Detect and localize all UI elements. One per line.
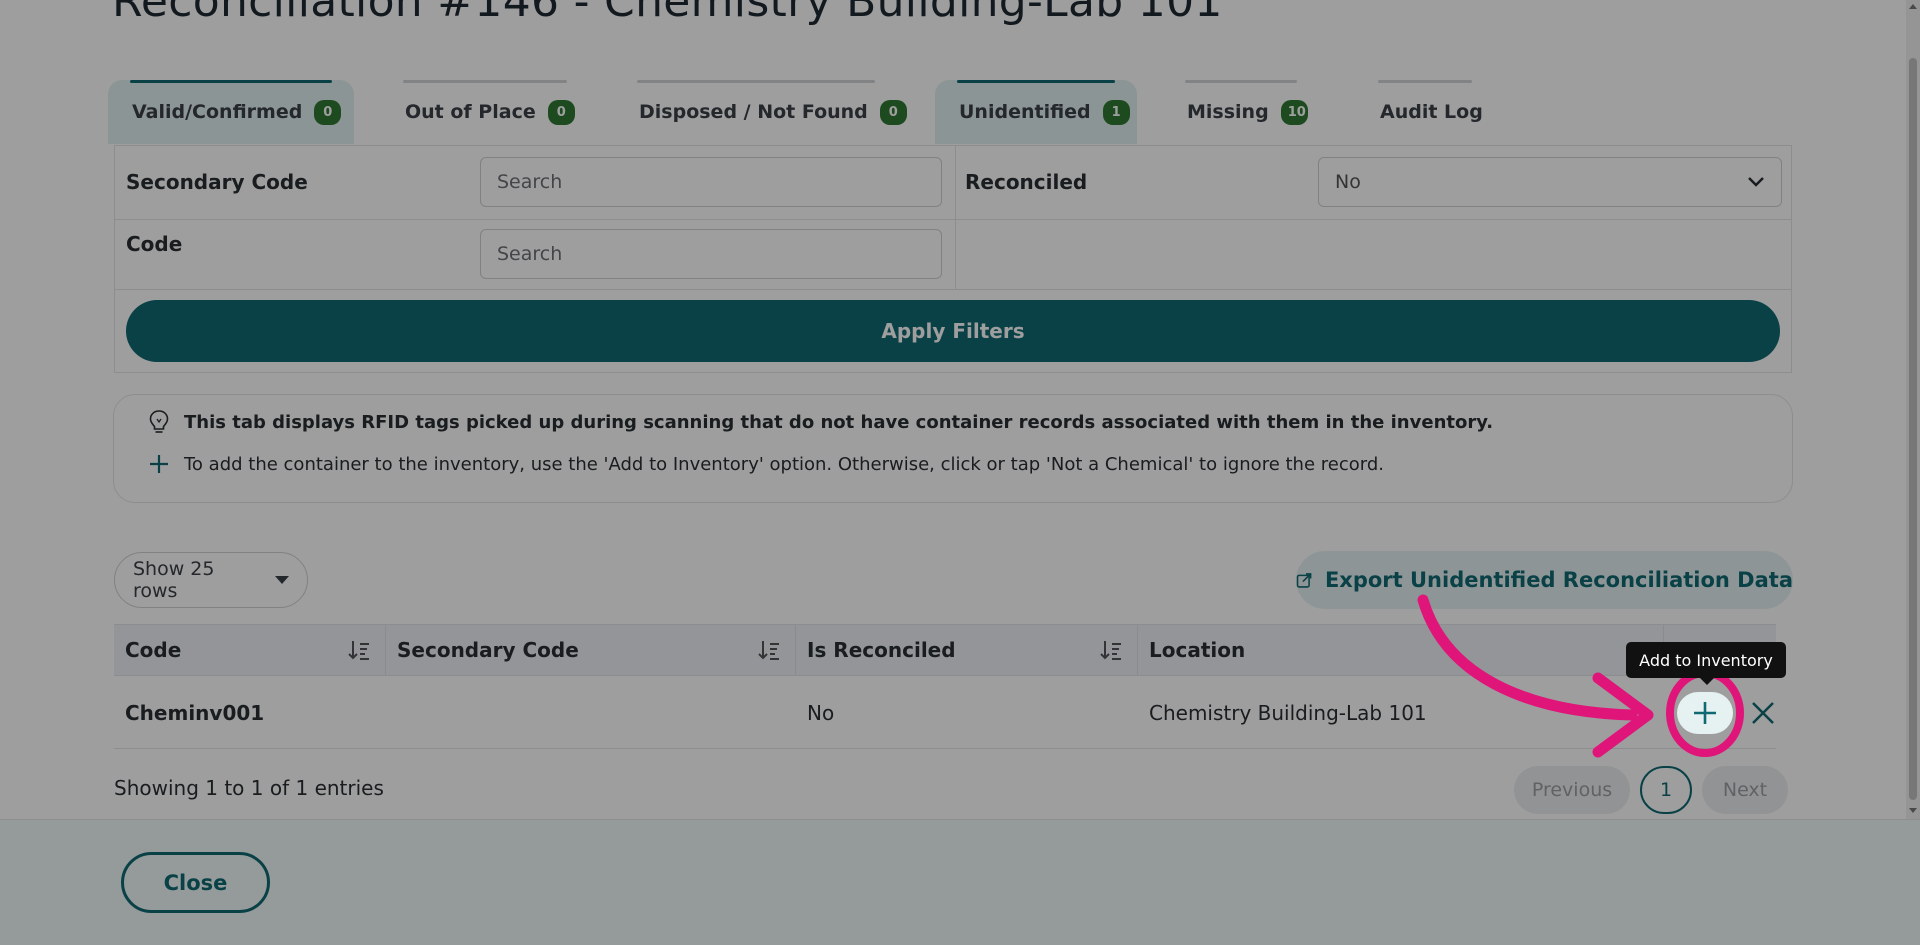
count-badge: 0 bbox=[547, 99, 575, 125]
placeholder: Search bbox=[497, 243, 563, 265]
column-header-location[interactable]: Location bbox=[1138, 625, 1664, 675]
count-badge: 1 bbox=[1102, 99, 1130, 125]
count-badge: 0 bbox=[879, 99, 907, 125]
secondary-code-label: Secondary Code bbox=[126, 170, 308, 194]
reconciled-value: No bbox=[1335, 171, 1361, 193]
scroll-up-arrow-icon[interactable] bbox=[1909, 4, 1917, 9]
tab-label: Unidentified bbox=[959, 101, 1091, 123]
tooltip: Add to Inventory bbox=[1626, 642, 1786, 685]
tab-indicator bbox=[957, 80, 1115, 83]
tab-missing[interactable]: Missing 10 bbox=[1163, 80, 1319, 144]
tab-indicator bbox=[637, 80, 875, 83]
export-label: Export Unidentified Reconciliation Data bbox=[1324, 568, 1793, 592]
rows-per-page-select[interactable]: Show 25 rows bbox=[114, 552, 308, 608]
lightbulb-icon bbox=[148, 409, 170, 435]
tab-indicator bbox=[1185, 80, 1297, 83]
previous-page-button[interactable]: Previous bbox=[1514, 766, 1630, 814]
info-line: To add the container to the inventory, u… bbox=[148, 451, 1384, 477]
sort-icon bbox=[348, 641, 369, 660]
table-header: Code Secondary Code Is Reconciled Locati… bbox=[114, 624, 1776, 676]
column-header-secondary-code[interactable]: Secondary Code bbox=[386, 625, 796, 675]
tab-out-of-place[interactable]: Out of Place 0 bbox=[381, 80, 589, 144]
column-header-code[interactable]: Code bbox=[114, 625, 386, 675]
reconciled-select[interactable]: No bbox=[1318, 157, 1782, 207]
code-label: Code bbox=[126, 232, 183, 256]
tab-valid-confirmed[interactable]: Valid/Confirmed 0 bbox=[108, 80, 354, 144]
plus-icon bbox=[1694, 702, 1716, 724]
close-icon bbox=[1752, 702, 1774, 724]
info-text: To add the container to the inventory, u… bbox=[184, 453, 1384, 475]
tab-label: Valid/Confirmed bbox=[132, 101, 303, 123]
cell-code: Cheminv001 bbox=[125, 701, 265, 725]
tab-label: Missing bbox=[1187, 101, 1269, 123]
apply-filters-button[interactable]: Apply Filters bbox=[126, 300, 1780, 362]
code-input[interactable]: Search bbox=[480, 229, 942, 279]
page-title: Reconciliation #146 - Chemistry Building… bbox=[112, 0, 1223, 27]
column-label: Location bbox=[1149, 638, 1246, 662]
column-label: Code bbox=[125, 638, 182, 662]
close-button[interactable]: Close bbox=[121, 852, 270, 913]
rows-per-page-label: Show 25 rows bbox=[133, 558, 215, 602]
tab-label: Out of Place bbox=[405, 101, 536, 123]
not-a-chemical-button[interactable] bbox=[1743, 693, 1783, 733]
placeholder: Search bbox=[497, 171, 563, 193]
reconciliation-modal: Reconciliation #146 - Chemistry Building… bbox=[0, 0, 1906, 819]
reconciled-label: Reconciled bbox=[965, 170, 1088, 194]
tab-indicator bbox=[130, 80, 332, 83]
filters-divider bbox=[115, 289, 1791, 290]
secondary-code-input[interactable]: Search bbox=[480, 157, 942, 207]
scroll-down-arrow-icon[interactable] bbox=[1909, 808, 1917, 813]
tab-label: Audit Log bbox=[1380, 101, 1483, 123]
sort-icon bbox=[758, 641, 779, 660]
tab-indicator bbox=[403, 80, 567, 83]
cell-secondary-code bbox=[386, 677, 796, 749]
export-icon bbox=[1296, 573, 1312, 588]
column-label: Secondary Code bbox=[397, 638, 579, 662]
add-to-inventory-button[interactable] bbox=[1677, 692, 1733, 734]
info-box: This tab displays RFID tags picked up du… bbox=[113, 394, 1793, 503]
sort-icon bbox=[1100, 641, 1121, 660]
info-line: This tab displays RFID tags picked up du… bbox=[148, 409, 1493, 435]
chevron-down-icon bbox=[1748, 177, 1764, 187]
count-badge: 0 bbox=[314, 99, 342, 125]
column-label: Is Reconciled bbox=[807, 638, 956, 662]
filters-divider bbox=[955, 146, 956, 289]
pagination-summary: Showing 1 to 1 of 1 entries bbox=[114, 776, 384, 800]
table-row: Cheminv001 No Chemistry Building-Lab 101 bbox=[114, 677, 1776, 749]
scrollbar-thumb[interactable] bbox=[1909, 58, 1917, 800]
filters-divider bbox=[115, 219, 1791, 220]
tab-indicator bbox=[1378, 80, 1472, 83]
tab-unidentified[interactable]: Unidentified 1 bbox=[935, 80, 1137, 144]
caret-down-icon bbox=[275, 576, 289, 584]
count-badge: 10 bbox=[1280, 99, 1308, 125]
cell-location: Chemistry Building-Lab 101 bbox=[1149, 701, 1427, 725]
vertical-scrollbar[interactable] bbox=[1906, 0, 1920, 819]
tab-label: Disposed / Not Found bbox=[639, 101, 868, 123]
tab-audit-log[interactable]: Audit Log bbox=[1356, 80, 1494, 144]
plus-icon bbox=[148, 451, 170, 477]
cell-is-reconciled: No bbox=[807, 701, 835, 725]
info-text: This tab displays RFID tags picked up du… bbox=[184, 411, 1494, 433]
page-button-current[interactable]: 1 bbox=[1640, 766, 1692, 814]
filters-panel: Secondary Code Search Code Search Reconc… bbox=[114, 145, 1792, 373]
tab-disposed-not-found[interactable]: Disposed / Not Found 0 bbox=[615, 80, 907, 144]
modal-footer bbox=[0, 819, 1920, 945]
export-button[interactable]: Export Unidentified Reconciliation Data bbox=[1296, 551, 1793, 609]
next-page-button[interactable]: Next bbox=[1702, 766, 1788, 814]
column-header-is-reconciled[interactable]: Is Reconciled bbox=[796, 625, 1138, 675]
